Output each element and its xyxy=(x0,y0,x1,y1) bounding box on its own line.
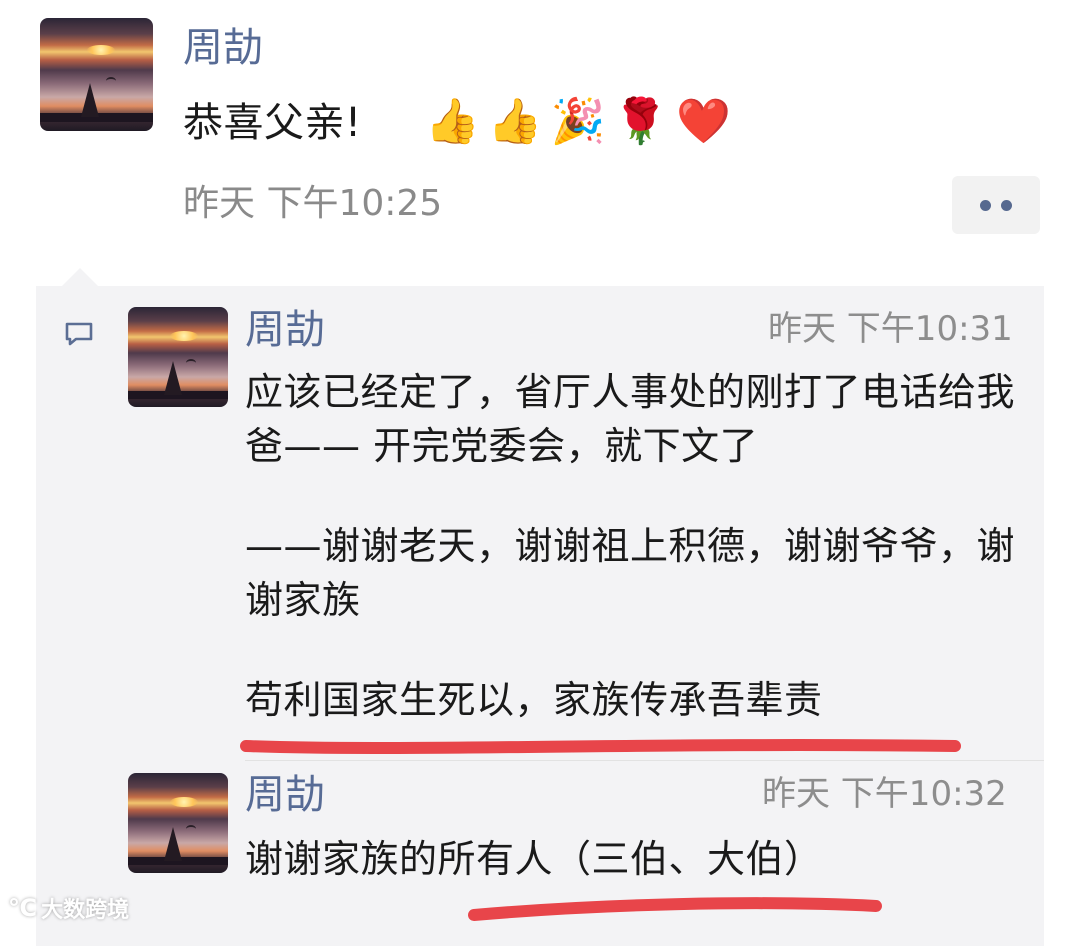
bird-decoration xyxy=(105,76,116,85)
comment-author-avatar[interactable] xyxy=(128,773,228,873)
pagoda-decoration xyxy=(164,361,182,395)
comment-text: 谢谢家族的所有人（三伯、大伯） xyxy=(245,837,823,881)
rose-icon: 🌹 xyxy=(613,96,669,147)
comment-panel-arrow xyxy=(62,268,98,286)
pagoda-decoration xyxy=(164,827,182,861)
more-dots-icon[interactable] xyxy=(952,176,1040,234)
bird-decoration xyxy=(186,825,196,833)
more-dot-left xyxy=(980,199,991,211)
comment-bubble-icon xyxy=(65,322,93,346)
thumbs-up-icon: 👍 xyxy=(425,96,480,147)
post-text: 恭喜父亲! xyxy=(183,100,362,146)
comment-paragraph: 苟利国家生死以，家族传承吾辈责 xyxy=(245,678,823,722)
thumbs-up-icon: 👍 xyxy=(487,96,543,147)
post-author-avatar[interactable] xyxy=(40,18,153,131)
more-dot-right xyxy=(1001,199,1012,211)
comment-paragraph: 应该已经定了，省厅人事处的刚打了电话给我爸—— 开完党委会，就下文了 xyxy=(245,370,1016,468)
comment-time: 昨天 下午10:32 xyxy=(762,774,1007,814)
watermark: ℃ 大数跨境 xyxy=(8,892,129,924)
comment-author-avatar[interactable] xyxy=(128,307,228,407)
comment-author-name[interactable]: 周劼 xyxy=(245,775,325,815)
post-author-name[interactable]: 周劼 xyxy=(183,28,263,68)
post-emoji-row: 👍 👍 🎉 🌹 ❤️ xyxy=(425,90,731,154)
comment-paragraph: ——谢谢老天，谢谢祖上积德，谢谢爷爷，谢谢家族 xyxy=(245,524,1016,622)
bird-decoration xyxy=(186,359,196,367)
sun-decoration xyxy=(170,331,198,341)
heart-icon: ❤️ xyxy=(676,96,731,147)
watermark-logo: ℃ xyxy=(8,894,38,922)
comment-time: 昨天 下午10:31 xyxy=(768,309,1013,349)
post-time: 昨天 下午10:25 xyxy=(183,183,443,224)
sun-decoration xyxy=(170,797,198,807)
pagoda-decoration xyxy=(80,83,99,118)
comment-divider xyxy=(245,760,1044,761)
watermark-text: 大数跨境 xyxy=(41,898,130,923)
comment-author-name[interactable]: 周劼 xyxy=(245,310,325,350)
party-popper-icon: 🎉 xyxy=(550,96,606,147)
sun-decoration xyxy=(87,45,116,56)
